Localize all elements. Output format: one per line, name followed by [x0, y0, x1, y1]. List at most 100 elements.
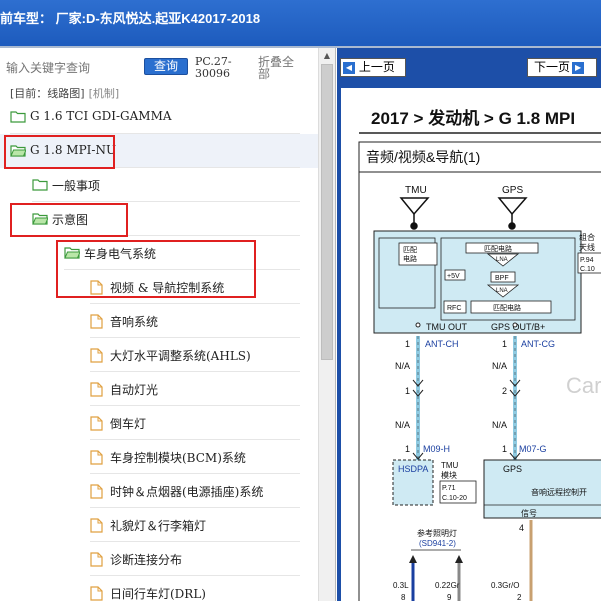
window-title: 前车型： 厂家:D-东风悦达.起亚K42017-2018 — [0, 11, 261, 26]
plus5v-label: +5V — [447, 273, 460, 280]
tree-item[interactable]: 音响系统 — [0, 304, 318, 338]
pin-ch-2: 1 — [405, 386, 410, 396]
combo-label: 组合 — [579, 232, 595, 242]
folder-icon — [32, 178, 48, 194]
tmu-match-label: 匹配 — [403, 246, 417, 254]
gps-out-pin — [512, 322, 518, 328]
pin-8: 8 — [401, 593, 406, 601]
pin-9: 9 — [447, 593, 452, 601]
scroll-thumb[interactable] — [321, 64, 333, 360]
tree-item-label: 大灯水平调整系统(AHLS) — [110, 349, 251, 363]
pin-cg-2: 2 — [502, 386, 507, 396]
tmu-module-label: TMU — [441, 461, 459, 470]
tree-item[interactable]: 时钟＆点烟器(电源插座)系统 — [0, 474, 318, 508]
highlight-body-electric — [56, 240, 256, 298]
tmu-antenna-label: TMU — [405, 185, 427, 196]
watermark: Car — [566, 373, 601, 398]
query-button[interactable]: 查询 — [144, 58, 188, 75]
tree-item-label: 诊断连接分布 — [110, 553, 183, 567]
tree-item[interactable]: G 1.6 TCI GDI-GAMMA — [0, 100, 318, 134]
wire-0-3gro-label: 0.3Gr/O — [491, 581, 519, 590]
tmu-out-label: TMU OUT — [426, 322, 467, 332]
bpf-label: BPF — [495, 275, 509, 282]
tree-item[interactable]: 大灯水平调整系统(AHLS) — [0, 338, 318, 372]
prev-page-label: 上一页 — [358, 60, 395, 74]
pin-cg-1: 1 — [502, 339, 507, 349]
document-icon — [90, 416, 103, 434]
document-icon — [90, 552, 103, 570]
tree-item[interactable]: 日间行车灯(DRL) — [0, 576, 318, 601]
next-page-button[interactable]: 下一页 ▶ — [527, 58, 597, 77]
document-icon — [90, 484, 103, 502]
tmu-ref-c1020: C.10-20 — [442, 495, 467, 502]
tree-item-label: 自动灯光 — [110, 383, 159, 397]
tree-item[interactable]: 一般事项 — [0, 168, 318, 202]
na-ch-1: N/A — [395, 361, 410, 371]
gps-match-bottom-label: 匹配电路 — [493, 303, 521, 312]
left-panel: 查询 PC.27-30096 折叠全部 [目前：线路图][机制] G 1.6 T… — [0, 48, 336, 601]
prev-arrow-icon: ◀ — [343, 61, 355, 74]
tree-item[interactable]: 车身控制模块(BCM)系统 — [0, 440, 318, 474]
highlight-g18 — [4, 135, 115, 169]
gps-antenna-icon — [497, 197, 528, 230]
tree-scrollbar[interactable]: ▲ — [318, 48, 335, 601]
tree-item[interactable]: 自动灯光 — [0, 372, 318, 406]
tree-item-label: 一般事项 — [52, 179, 101, 193]
window-title-bar: 前车型： 厂家:D-东风悦达.起亚K42017-2018 — [0, 0, 601, 46]
tree-item[interactable]: 诊断连接分布 — [0, 542, 318, 576]
wire-0-3l-label: 0.3L — [393, 581, 409, 590]
tmu-antenna-icon — [399, 197, 430, 230]
m07g-label: M07-G — [519, 444, 547, 454]
ant-ch-label: ANT-CH — [425, 339, 459, 349]
document-icon — [90, 518, 103, 536]
tree-item-label: 时钟＆点烟器(电源插座)系统 — [110, 485, 264, 499]
tree-item-label: 音响系统 — [110, 315, 159, 329]
tree-item-label: 倒车灯 — [110, 417, 147, 431]
ant-cg-label: ANT-CG — [521, 339, 555, 349]
document-icon — [90, 450, 103, 468]
wiring-diagram: 音频/视频&导航(1) TMU GPS 匹配 电路 匹配电路 LNA +5V B… — [358, 132, 601, 601]
hsdpa-label: HSDPA — [398, 464, 428, 474]
remote-control-label: 音响远程控制开 — [531, 487, 587, 497]
tree-item-label: 日间行车灯(DRL) — [110, 587, 206, 601]
document-viewer[interactable]: 音频/视频&导航(1) TMU GPS 匹配 电路 匹配电路 LNA +5V B… — [341, 88, 601, 601]
tmu-match-label-2: 电路 — [403, 254, 417, 263]
next-page-label: 下一页 — [534, 60, 571, 74]
search-input[interactable] — [6, 58, 136, 78]
tree-item-label: 车身控制模块(BCM)系统 — [110, 451, 246, 465]
tree-item-label: 礼貌灯＆行李箱灯 — [110, 519, 207, 533]
right-panel: ◀ 上一页 下一页 ▶ 音频/视频&导航(1) TMU GPS 匹配 电路 匹配… — [337, 48, 601, 601]
scroll-up-icon[interactable]: ▲ — [319, 48, 335, 64]
tree-item[interactable]: 礼貌灯＆行李箱灯 — [0, 508, 318, 542]
m09h-label: M09-H — [423, 444, 450, 454]
document-title: 2017 > 发动机 > G 1.8 MPI — [371, 109, 576, 128]
pin-2-bottom: 2 — [517, 593, 522, 601]
combo-ref-c10: C.10 — [580, 266, 595, 273]
wire-0-22gr-label: 0.22Gr — [435, 581, 460, 590]
rfc-label: RFC — [447, 305, 461, 312]
pin-4: 4 — [519, 523, 524, 533]
gps-match-top-label: 匹配电路 — [484, 244, 512, 253]
ref-sd-label: (SD941-2) — [419, 539, 456, 548]
breadcrumb-sub: [机制] — [88, 88, 120, 100]
ref-light-label: 参考照明灯 — [417, 528, 457, 538]
prev-page-button[interactable]: ◀ 上一页 — [340, 58, 406, 77]
lna-top-label: LNA — [496, 257, 508, 263]
pc-code: PC.27-30096 — [195, 55, 232, 80]
pin-ch-1: 1 — [405, 339, 410, 349]
search-row: 查询 PC.27-30096 折叠全部 — [0, 48, 318, 86]
pin-cg-3: 1 — [502, 444, 507, 454]
document-icon — [90, 382, 103, 400]
na-ch-2: N/A — [395, 420, 410, 430]
lna-bottom-label: LNA — [496, 288, 508, 294]
na-cg-2: N/A — [492, 420, 507, 430]
next-arrow-icon: ▶ — [572, 61, 585, 74]
na-cg-1: N/A — [492, 361, 507, 371]
collapse-all-button[interactable]: 折叠全部 — [258, 56, 300, 80]
gps-out-label: GPS OUT/B+ — [491, 322, 545, 332]
tree-item[interactable]: 倒车灯 — [0, 406, 318, 440]
combo-ref-p94: P.94 — [580, 257, 594, 264]
tree-item-label: G 1.6 TCI GDI-GAMMA — [30, 109, 172, 123]
document-icon — [90, 314, 103, 332]
breadcrumb: [目前：线路图] [机制] — [10, 88, 119, 100]
